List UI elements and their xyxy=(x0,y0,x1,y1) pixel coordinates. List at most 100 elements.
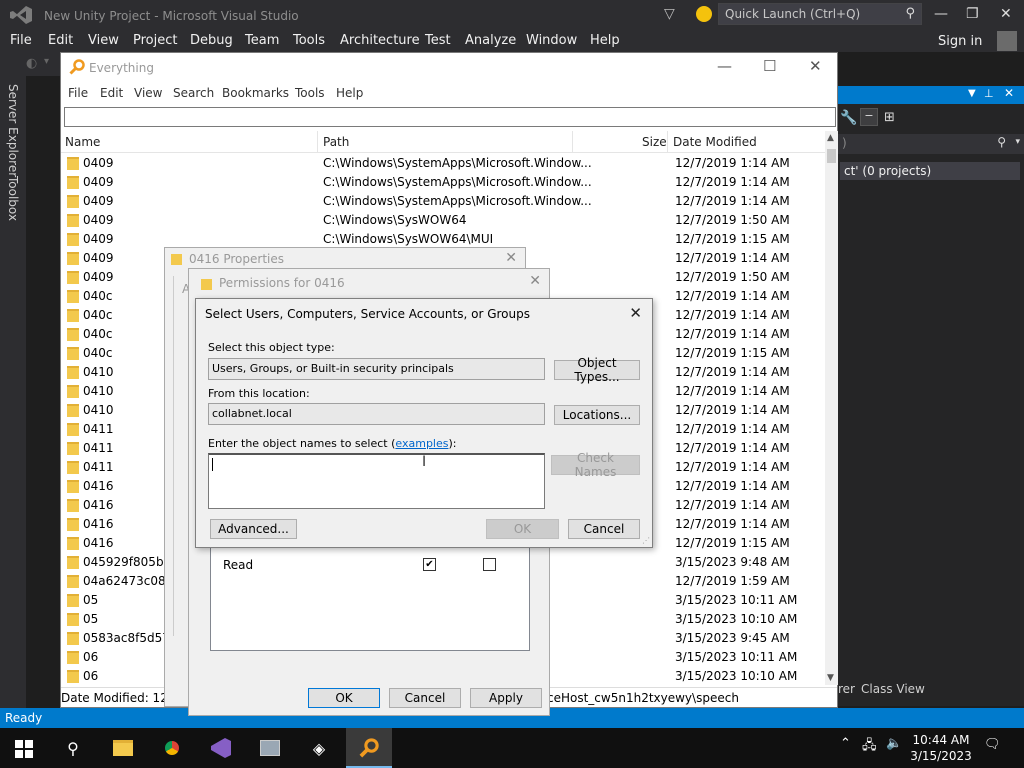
menu-tools[interactable]: Tools xyxy=(295,86,325,100)
taskbar-clock[interactable]: 10:44 AM 3/15/2023 xyxy=(906,732,976,764)
show-hidden-icons-icon[interactable]: ⌃ xyxy=(840,736,851,751)
vs-menu-team[interactable]: Team xyxy=(245,33,279,48)
scroll-up-icon[interactable]: ▲ xyxy=(827,133,834,143)
table-row[interactable]: 0409 C:\Windows\SystemApps\Microsoft.Wind… xyxy=(61,192,825,211)
vs-menu-view[interactable]: View xyxy=(88,33,119,48)
column-date-modified[interactable]: Date Modified xyxy=(673,135,757,149)
examples-link[interactable]: examples xyxy=(395,437,448,450)
object-names-input[interactable] xyxy=(208,453,545,509)
ok-button[interactable]: OK xyxy=(486,519,559,539)
class-view-tab[interactable]: Class View xyxy=(861,682,925,696)
chrome-icon[interactable] xyxy=(157,734,187,762)
column-path[interactable]: Path xyxy=(323,135,349,149)
scroll-thumb[interactable] xyxy=(827,149,836,163)
folder-icon xyxy=(67,195,79,208)
everything-search-input[interactable] xyxy=(64,107,836,127)
column-separator[interactable] xyxy=(667,131,668,153)
apply-button[interactable]: Apply xyxy=(470,688,542,708)
file-explorer-icon[interactable] xyxy=(108,734,138,762)
deny-checkbox[interactable] xyxy=(483,558,496,571)
vs-menu-analyze[interactable]: Analyze xyxy=(465,33,516,48)
resize-grip-icon[interactable]: ⋰ xyxy=(642,536,650,545)
control-panel-icon[interactable] xyxy=(255,734,285,762)
server-explorer-tab[interactable]: Server Explorer xyxy=(6,84,20,177)
volume-icon[interactable]: 🔈 xyxy=(886,736,902,751)
menu-bookmarks[interactable]: Bookmarks xyxy=(222,86,289,100)
solution-search-input[interactable]: ) ⚲ ▾ xyxy=(838,134,1024,154)
close-icon[interactable]: ✕ xyxy=(529,273,541,289)
row-name: 040c xyxy=(83,346,113,360)
restore-icon[interactable]: ❐ xyxy=(966,6,979,22)
folder-icon xyxy=(67,537,79,550)
vs-menu-project[interactable]: Project xyxy=(133,33,177,48)
menu-edit[interactable]: Edit xyxy=(100,86,123,100)
menu-search[interactable]: Search xyxy=(173,86,214,100)
column-size[interactable]: Size xyxy=(642,135,667,149)
windows-start-icon[interactable] xyxy=(15,740,33,758)
visual-studio-taskbar-icon[interactable] xyxy=(206,734,236,762)
toolbox-tab[interactable]: Toolbox xyxy=(6,176,20,221)
minimize-icon[interactable]: — xyxy=(717,57,732,75)
names-label-text: Enter the object names to select ( xyxy=(208,437,396,450)
table-row[interactable]: 0409 C:\Windows\SystemApps\Microsoft.Wind… xyxy=(61,173,825,192)
solution-explorer-tab[interactable]: rer xyxy=(838,682,855,696)
everything-taskbar-button[interactable] xyxy=(346,728,392,768)
object-types-button[interactable]: Object Types... xyxy=(554,356,640,384)
advanced-button[interactable]: Advanced... xyxy=(210,519,297,539)
dropdown-arrow-icon[interactable]: ▾ xyxy=(44,56,49,67)
collapse-icon[interactable]: − xyxy=(860,108,878,126)
notification-filter-icon[interactable]: ▽ xyxy=(664,6,675,22)
row-date: 12/7/2019 1:15 AM xyxy=(675,536,790,550)
vs-menu-debug[interactable]: Debug xyxy=(190,33,233,48)
cancel-button[interactable]: Cancel xyxy=(389,688,461,708)
row-date: 12/7/2019 1:14 AM xyxy=(675,384,790,398)
check-names-button[interactable]: Check Names xyxy=(551,451,640,479)
menu-help[interactable]: Help xyxy=(336,86,363,100)
minimize-icon[interactable]: — xyxy=(934,6,948,22)
feedback-smiley-icon[interactable] xyxy=(696,6,712,22)
allow-checkbox[interactable]: ✔ xyxy=(423,558,436,571)
search-options-icon[interactable]: ▾ xyxy=(1015,137,1020,147)
vs-menu-edit[interactable]: Edit xyxy=(48,33,73,48)
results-scrollbar[interactable]: ▲ ▼ xyxy=(825,131,838,685)
cancel-button[interactable]: Cancel xyxy=(568,519,640,539)
wrench-icon[interactable]: 🔧 xyxy=(840,110,857,126)
column-name[interactable]: Name xyxy=(65,135,100,149)
vs-menu-help[interactable]: Help xyxy=(590,33,620,48)
close-icon[interactable]: ✕ xyxy=(809,57,822,75)
panel-close-icon[interactable]: ✕ xyxy=(1004,86,1014,100)
vs-menu-tools[interactable]: Tools xyxy=(293,33,325,48)
panel-dropdown-icon[interactable]: ▼ xyxy=(968,88,976,99)
close-icon[interactable]: ✕ xyxy=(1000,6,1012,22)
maximize-icon[interactable]: ☐ xyxy=(763,57,776,75)
folder-icon xyxy=(67,176,79,189)
solution-node[interactable]: ct' (0 projects) xyxy=(840,162,1020,180)
pin-icon[interactable]: ⊥ xyxy=(984,87,994,100)
close-icon[interactable]: ✕ xyxy=(505,250,517,266)
sign-in-link[interactable]: Sign in xyxy=(938,34,982,49)
notifications-icon[interactable]: 🗨 xyxy=(984,737,1001,752)
back-icon[interactable]: ◐ xyxy=(26,56,37,71)
menu-file[interactable]: File xyxy=(68,86,88,100)
search-icon[interactable]: ⚲ xyxy=(58,734,88,762)
scroll-down-icon[interactable]: ▼ xyxy=(827,673,834,683)
table-row[interactable]: 0409 C:\Windows\SysWOW64 12/7/2019 1:50 AM xyxy=(61,211,825,230)
vs-menu-bar: File Edit View Project Debug Team Tools … xyxy=(0,30,1024,52)
quick-launch-input[interactable]: Quick Launch (Ctrl+Q) ⚲ xyxy=(718,3,922,25)
row-name: 040c xyxy=(83,308,113,322)
close-icon[interactable]: ✕ xyxy=(629,304,642,322)
ok-button[interactable]: OK xyxy=(308,688,380,708)
vs-menu-file[interactable]: File xyxy=(10,33,32,48)
locations-button[interactable]: Locations... xyxy=(554,405,640,425)
column-separator[interactable] xyxy=(572,131,573,153)
user-account-icon[interactable] xyxy=(997,31,1017,51)
unity-icon[interactable]: ◈ xyxy=(304,734,334,762)
vs-menu-architecture[interactable]: Architecture xyxy=(340,33,420,48)
menu-view[interactable]: View xyxy=(134,86,162,100)
vs-menu-test[interactable]: Test xyxy=(425,33,451,48)
network-icon[interactable]: 🖧 xyxy=(862,736,877,758)
table-row[interactable]: 0409 C:\Windows\SystemApps\Microsoft.Wind… xyxy=(61,154,825,173)
column-separator[interactable] xyxy=(317,131,318,153)
hierarchy-icon[interactable]: ⊞ xyxy=(884,110,895,125)
vs-menu-window[interactable]: Window xyxy=(526,33,577,48)
